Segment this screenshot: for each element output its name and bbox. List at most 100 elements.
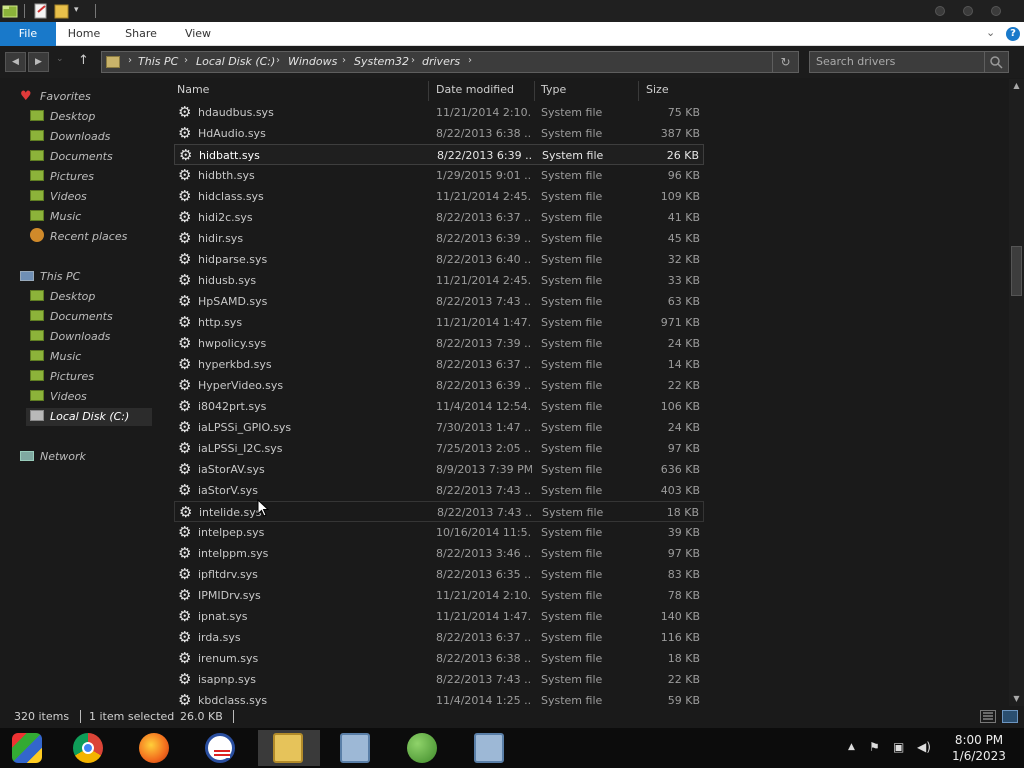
file-row[interactable]: ⚙ irda.sys 8/22/2013 6:37 ... System file 11… [174, 627, 704, 648]
file-row[interactable]: ⚙ hidparse.sys 8/22/2013 6:40 ... System fi… [174, 249, 704, 270]
breadcrumb-separator[interactable]: › [342, 55, 346, 66]
column-divider[interactable] [428, 81, 429, 101]
file-row[interactable]: ⚙ iaLPSSi_I2C.sys 7/25/2013 2:05 ... System… [174, 438, 704, 459]
new-folder-icon[interactable] [54, 3, 70, 19]
file-row[interactable]: ⚙ IPMIDrv.sys 11/21/2014 2:10... System fil… [174, 585, 704, 606]
breadcrumb-separator[interactable]: › [276, 55, 280, 66]
nav-item-pc-music[interactable]: Music [30, 348, 81, 366]
file-row[interactable]: ⚙ hidbth.sys 1/29/2015 9:01 ... System file… [174, 165, 704, 186]
nav-this-pc[interactable]: This PC [20, 268, 80, 286]
refresh-button[interactable]: ↻ [772, 52, 798, 72]
breadcrumb-separator[interactable]: › [128, 55, 132, 66]
file-row[interactable]: ⚙ HdAudio.sys 8/22/2013 6:38 ... System fil… [174, 123, 704, 144]
up-arrow-icon[interactable]: ↑ [78, 53, 89, 68]
action-center-flag-icon[interactable]: ⚑ [869, 740, 880, 754]
nav-item-recent-places[interactable]: Recent places [30, 228, 127, 246]
scroll-down-arrow[interactable]: ▼ [1009, 692, 1024, 706]
windows-start-icon[interactable] [0, 730, 62, 766]
help-icon[interactable]: ? [1006, 27, 1020, 41]
nav-network[interactable]: Network [20, 448, 86, 466]
file-row[interactable]: ⚙ iaLPSSi_GPIO.sys 7/30/2013 1:47 ... Syste… [174, 417, 704, 438]
file-row[interactable]: ⚙ i8042prt.sys 11/4/2014 12:54... System fi… [174, 396, 704, 417]
expand-ribbon-icon[interactable]: ⌄ [986, 26, 995, 39]
show-hidden-icons-arrow[interactable]: ▲ [848, 742, 855, 752]
properties-icon[interactable] [33, 3, 49, 19]
file-row[interactable]: ⚙ iaStorV.sys 8/22/2013 7:43 ... System fil… [174, 480, 704, 501]
file-row[interactable]: ⚙ intelpep.sys 10/16/2014 11:5... System fi… [174, 522, 704, 543]
tab-home[interactable]: Home [62, 22, 106, 46]
file-row[interactable]: ⚙ hwpolicy.sys 8/22/2013 7:39 ... System fi… [174, 333, 704, 354]
file-row[interactable]: ⚙ HyperVideo.sys 8/22/2013 6:39 ... System … [174, 375, 704, 396]
breadcrumb-separator[interactable]: › [184, 55, 188, 66]
column-header-name[interactable]: Name [177, 83, 209, 96]
nav-item-downloads[interactable]: Downloads [30, 128, 110, 146]
nav-item-desktop[interactable]: Desktop [30, 108, 95, 126]
recent-locations-icon[interactable]: ⌄ [56, 54, 64, 64]
users-network-icon[interactable] [392, 730, 454, 766]
column-header-size[interactable]: Size [646, 83, 669, 96]
search-icon[interactable] [984, 52, 1008, 72]
tab-share[interactable]: Share [118, 22, 164, 46]
tab-view[interactable]: View [178, 22, 218, 46]
file-row[interactable]: ⚙ hidbatt.sys 8/22/2013 6:39 ... System fil… [174, 144, 704, 165]
file-row[interactable]: ⚙ hidusb.sys 11/21/2014 2:45... System file… [174, 270, 704, 291]
nav-item-videos[interactable]: Videos [30, 188, 87, 206]
nav-item-pc-desktop[interactable]: Desktop [30, 288, 95, 306]
file-row[interactable]: ⚙ isapnp.sys 8/22/2013 7:43 ... System file… [174, 669, 704, 690]
breadcrumb-this-pc[interactable]: This PC [138, 55, 178, 68]
maximize-button[interactable] [963, 6, 973, 16]
search-box[interactable] [809, 51, 1009, 73]
search-input[interactable] [816, 55, 976, 68]
chrome-icon[interactable] [58, 730, 120, 766]
nav-item-music[interactable]: Music [30, 208, 81, 226]
forward-button[interactable]: ▶ [28, 52, 49, 72]
file-row[interactable]: ⚙ HpSAMD.sys 8/22/2013 7:43 ... System file… [174, 291, 704, 312]
taskbar-clock[interactable]: 8:00 PM 1/6/2023 [940, 732, 1018, 764]
close-button[interactable] [991, 6, 1001, 16]
file-row[interactable]: ⚙ hyperkbd.sys 8/22/2013 6:37 ... System fi… [174, 354, 704, 375]
volume-icon[interactable]: ◀) [917, 740, 931, 754]
column-divider[interactable] [638, 81, 639, 101]
breadcrumb-windows[interactable]: Windows [288, 55, 337, 68]
address-bar[interactable]: › This PC › Local Disk (C:) › Windows › … [101, 51, 799, 73]
breadcrumb-drivers[interactable]: drivers [422, 55, 460, 68]
file-row[interactable]: ⚙ http.sys 11/21/2014 1:47... System file 97… [174, 312, 704, 333]
file-row[interactable]: ⚙ hidi2c.sys 8/22/2013 6:37 ... System file… [174, 207, 704, 228]
minimize-button[interactable] [935, 6, 945, 16]
nav-item-pictures[interactable]: Pictures [30, 168, 94, 186]
breadcrumb-separator[interactable]: › [468, 55, 472, 66]
file-explorer-icon[interactable] [258, 730, 320, 766]
back-button[interactable]: ◀ [5, 52, 26, 72]
nav-item-pc-videos[interactable]: Videos [30, 388, 87, 406]
file-row[interactable]: ⚙ ipnat.sys 11/21/2014 1:47... System file 1… [174, 606, 704, 627]
nav-favorites[interactable]: ♥ Favorites [20, 88, 91, 106]
file-row[interactable]: ⚙ hidclass.sys 11/21/2014 2:45... System fi… [174, 186, 704, 207]
customize-quick-access-icon[interactable]: ▾ [74, 5, 90, 21]
nav-item-pc-pictures[interactable]: Pictures [30, 368, 94, 386]
large-icons-view-icon[interactable] [1002, 710, 1018, 723]
file-row[interactable]: ⚙ intelide.sys 8/22/2013 7:43 ... System fi… [174, 501, 704, 522]
file-row[interactable]: ⚙ intelppm.sys 8/22/2013 3:46 ... System fi… [174, 543, 704, 564]
explorer-app-icon[interactable] [2, 3, 18, 19]
details-view-icon[interactable] [980, 710, 996, 723]
firefox-icon[interactable] [124, 730, 186, 766]
column-header-type[interactable]: Type [541, 83, 566, 96]
nav-item-pc-documents[interactable]: Documents [30, 308, 113, 326]
scroll-up-arrow[interactable]: ▲ [1009, 79, 1024, 93]
breadcrumb-system32[interactable]: System32 [354, 55, 409, 68]
nav-item-documents[interactable]: Documents [30, 148, 113, 166]
file-row[interactable]: ⚙ irenum.sys 8/22/2013 6:38 ... System file… [174, 648, 704, 669]
file-row[interactable]: ⚙ hdaudbus.sys 11/21/2014 2:10... System fi… [174, 102, 704, 123]
tab-file[interactable]: File [0, 22, 56, 46]
network-disconnected-icon[interactable]: ▣ [893, 740, 904, 754]
vertical-scrollbar[interactable]: ▲ ▼ [1009, 79, 1024, 706]
file-row[interactable]: ⚙ kbdclass.sys 11/4/2014 1:25 ... System fi… [174, 690, 704, 706]
breadcrumb-local-disk[interactable]: Local Disk (C:) [196, 55, 275, 68]
scroll-thumb[interactable] [1011, 246, 1022, 296]
breadcrumb-separator[interactable]: › [411, 55, 415, 66]
setup-installer-2-icon[interactable] [459, 730, 521, 766]
file-list[interactable]: ⚙ hdaudbus.sys 11/21/2014 2:10... System fi… [170, 102, 710, 706]
file-row[interactable]: ⚙ ipfltdrv.sys 8/22/2013 6:35 ... System fi… [174, 564, 704, 585]
nav-item-local-disk[interactable]: Local Disk (C:) [26, 408, 152, 426]
setup-installer-icon[interactable] [325, 730, 387, 766]
